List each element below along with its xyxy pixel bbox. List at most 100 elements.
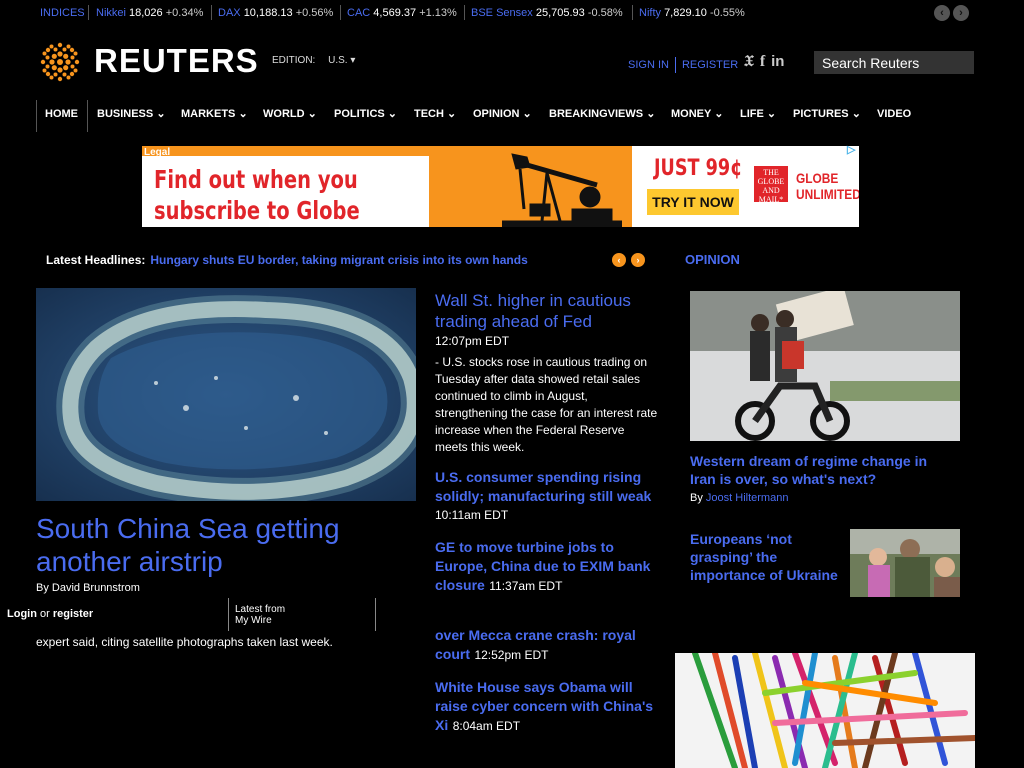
ticker-divider	[211, 5, 212, 20]
nav-home[interactable]: HOME	[45, 100, 78, 132]
ticker-next-button[interactable]: ›	[953, 5, 969, 21]
login-link[interactable]: Login	[7, 608, 37, 620]
ad-headline: Find out when you subscribe to Globe Unl…	[154, 165, 360, 225]
feature-image-pencils[interactable]	[675, 653, 975, 768]
ticker-change: -0.58%	[587, 7, 623, 19]
login-wire-bar: Login or register Latest from My Wire	[0, 598, 376, 631]
login-prompt: Login or register	[7, 608, 93, 620]
opinion-story-thumbnail[interactable]	[850, 529, 960, 597]
nav-world[interactable]: WORLD ⌄	[263, 100, 317, 132]
nav-label: BUSINESS	[97, 108, 154, 120]
my-wire-link[interactable]: Latest from My Wire	[235, 604, 295, 626]
nav-money[interactable]: MONEY ⌄	[671, 100, 723, 132]
ticker-change: -0.55%	[709, 7, 745, 19]
divider	[674, 57, 676, 73]
ad-cta-button[interactable]: TRY IT NOW	[647, 189, 739, 215]
advertisement-banner[interactable]: Legal Find out when you subscribe to Glo…	[142, 146, 859, 227]
divider	[228, 598, 229, 631]
register-link[interactable]: register	[53, 608, 93, 620]
chevron-down-icon: ⌄	[156, 108, 166, 120]
linkedin-icon[interactable]: in	[771, 53, 784, 70]
login-or: or	[40, 608, 50, 620]
opinion-story-title[interactable]: Western dream of regime change in Iran i…	[690, 452, 950, 488]
reuters-logo-icon[interactable]	[36, 38, 84, 86]
main-story-title[interactable]: South China Sea getting another airstrip	[36, 512, 416, 578]
globe-and-mail-logo: THE GLOBE AND MAIL*	[754, 166, 788, 204]
ticker-item-bse-sensex[interactable]: BSE Sensex 25,705.93 -0.58%	[471, 7, 623, 19]
adchoices-icon[interactable]: ▷	[847, 143, 855, 156]
chevron-down-icon: ⌄	[387, 108, 398, 120]
nav-tech[interactable]: TECH ⌄	[414, 100, 456, 132]
center-story: Wall St. higher in cautious trading ahea…	[435, 290, 660, 456]
social-links: 𝔛f in	[744, 53, 790, 71]
ticker-name: CAC	[347, 7, 371, 19]
ad-brand: GLOBE UNLIMITED	[796, 170, 859, 202]
nav-breakingviews[interactable]: BREAKINGVIEWS ⌄	[549, 100, 655, 132]
ticker-divider	[464, 5, 465, 20]
chevron-down-icon: ⌄	[522, 108, 532, 120]
latest-label: Latest Headlines:	[46, 253, 146, 267]
story-headline-link[interactable]: U.S. consumer spending rising solidly; m…	[435, 469, 651, 504]
main-story-image[interactable]	[36, 288, 416, 501]
edition-selector[interactable]: EDITION: U.S. ▾	[272, 55, 355, 66]
latest-headlines: Latest Headlines: Hungary shuts EU border…	[46, 253, 528, 267]
ticker-item-nifty[interactable]: Nifty 7,829.10 -0.55%	[639, 7, 745, 19]
ticker-change: +0.34%	[165, 7, 204, 19]
market-ticker: INDICES Nikkei 18,026 +0.34% DAX 10,188.…	[0, 0, 1010, 26]
nav-divider	[36, 100, 37, 132]
nav-label: WORLD	[263, 108, 305, 120]
chevron-down-icon: ⌄	[851, 108, 861, 120]
nav-life[interactable]: LIFE ⌄	[740, 100, 776, 132]
sign-in-link[interactable]: SIGN IN	[628, 59, 669, 71]
chevron-down-icon: ⌄	[646, 108, 656, 120]
ticker-name: DAX	[218, 7, 241, 19]
twitter-icon[interactable]: 𝔛	[744, 53, 754, 70]
nav-divider	[87, 100, 88, 132]
latest-headline-link[interactable]: Hungary shuts EU border, taking migrant …	[150, 253, 527, 267]
story-time: 10:11am EDT	[435, 508, 509, 522]
author-link[interactable]: Joost Hiltermann	[706, 492, 789, 504]
nav-label: BREAKINGVIEWS	[549, 108, 644, 120]
story-headline-link[interactable]: Wall St. higher in cautious trading ahea…	[435, 291, 631, 331]
nav-markets[interactable]: MARKETS ⌄	[181, 100, 248, 132]
headlines-prev-button[interactable]: ‹	[612, 253, 626, 267]
story-summary: - U.S. stocks rose in cautious trading o…	[435, 355, 658, 454]
ticker-item-nikkei[interactable]: Nikkei 18,026 +0.34%	[96, 7, 203, 19]
story-time: 11:37am EDT	[489, 579, 563, 593]
nav-label: LIFE	[740, 108, 764, 120]
nav-business[interactable]: BUSINESS ⌄	[97, 100, 166, 132]
story-time: 12:07pm EDT	[435, 334, 510, 348]
account-links: SIGN IN REGISTER	[628, 57, 738, 73]
facebook-icon[interactable]: f	[760, 53, 765, 70]
divider	[375, 598, 376, 631]
ticker-indices-label[interactable]: INDICES	[40, 7, 85, 19]
ticker-value: 4,569.37	[373, 7, 417, 19]
nav-politics[interactable]: POLITICS ⌄	[334, 100, 397, 132]
opinion-story-image[interactable]	[690, 291, 960, 441]
headlines-next-button[interactable]: ›	[631, 253, 645, 267]
opinion-story-title[interactable]: Europeans ‘not grasping’ the importance …	[690, 530, 840, 584]
search-input[interactable]	[814, 51, 974, 74]
center-story: GE to move turbine jobs to Europe, China…	[435, 538, 660, 595]
nav-opinion[interactable]: OPINION ⌄	[473, 100, 532, 132]
ad-price: JUST 99¢	[654, 156, 743, 181]
ticker-change: +0.56%	[295, 7, 334, 19]
nav-label: TECH	[414, 108, 444, 120]
ticker-item-dax[interactable]: DAX 10,188.13 +0.56%	[218, 7, 333, 19]
register-link[interactable]: REGISTER	[682, 59, 738, 71]
story-time: 12:52pm EDT	[474, 648, 549, 662]
reuters-logo-text[interactable]: REUTERS	[94, 42, 259, 80]
ticker-value: 18,026	[129, 7, 163, 19]
ticker-divider	[632, 5, 633, 20]
ticker-divider	[88, 5, 89, 20]
opinion-byline: By Joost Hiltermann	[690, 492, 788, 504]
ticker-item-cac[interactable]: CAC 4,569.37 +1.13%	[347, 7, 457, 19]
center-story: White House says Obama will raise cyber …	[435, 678, 660, 735]
edition-value: U.S.	[328, 55, 348, 66]
ticker-prev-button[interactable]: ‹	[934, 5, 950, 21]
ticker-value: 25,705.93	[535, 7, 585, 19]
opinion-heading[interactable]: OPINION	[685, 252, 740, 267]
nav-video[interactable]: VIDEO	[877, 100, 911, 132]
main-story-excerpt: expert said, citing satellite photograph…	[36, 635, 333, 649]
nav-pictures[interactable]: PICTURES ⌄	[793, 100, 861, 132]
